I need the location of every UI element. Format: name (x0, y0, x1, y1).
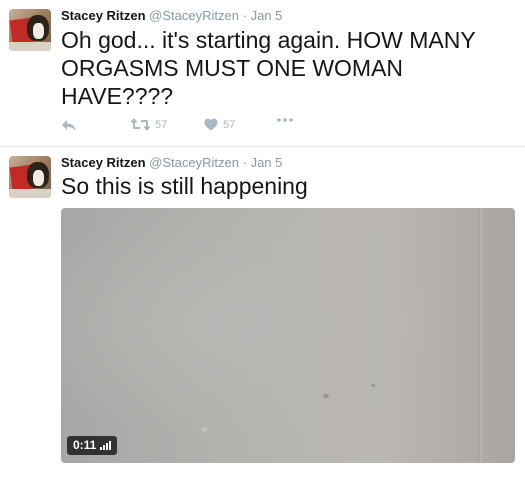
tweet-text: Oh god... it's starting again. HOW MANY … (61, 27, 476, 109)
wall-mark (323, 394, 329, 398)
author-handle[interactable]: @StaceyRitzen (149, 155, 239, 170)
video-duration: 0:11 (73, 438, 97, 452)
tweet[interactable]: Stacey Ritzen @StaceyRitzen · Jan 5 So t… (0, 147, 525, 486)
volume-bars-icon (100, 441, 112, 450)
tweet-actions: 57 57 (61, 118, 361, 136)
more-icon (277, 118, 293, 122)
video-player[interactable]: 0:11 (61, 208, 515, 463)
separator: · (242, 8, 247, 23)
avatar-dog-face (33, 170, 44, 186)
tweet-header: Stacey Ritzen @StaceyRitzen · Jan 5 (61, 155, 282, 170)
video-duration-badge: 0:11 (67, 436, 118, 455)
wall-mark (371, 384, 375, 387)
author-handle[interactable]: @StaceyRitzen (149, 8, 239, 23)
separator: · (242, 155, 247, 170)
reply-button[interactable] (61, 118, 77, 132)
retweet-icon (131, 118, 150, 131)
like-button[interactable]: 57 (204, 118, 235, 131)
avatar-floor (9, 42, 51, 51)
tweet-date[interactable]: Jan 5 (251, 8, 283, 23)
retweet-count: 57 (155, 118, 168, 131)
retweet-button[interactable]: 57 (131, 118, 167, 131)
author-name[interactable]: Stacey Ritzen (61, 155, 146, 170)
tweet-header: Stacey Ritzen @StaceyRitzen · Jan 5 (61, 8, 282, 23)
avatar[interactable] (9, 156, 51, 198)
like-count: 57 (223, 118, 236, 131)
wall-seam (479, 208, 482, 463)
more-button[interactable] (277, 118, 293, 122)
reply-icon (62, 120, 76, 131)
avatar-dog-face (33, 23, 44, 39)
tweet-date[interactable]: Jan 5 (251, 155, 283, 170)
wall-mark (201, 426, 208, 432)
tweet[interactable]: Stacey Ritzen @StaceyRitzen · Jan 5 Oh g… (0, 0, 525, 147)
like-icon (204, 118, 218, 131)
author-name[interactable]: Stacey Ritzen (61, 8, 146, 23)
tweet-text: So this is still happening (61, 173, 308, 199)
avatar[interactable] (9, 9, 51, 51)
avatar-floor (9, 189, 51, 198)
